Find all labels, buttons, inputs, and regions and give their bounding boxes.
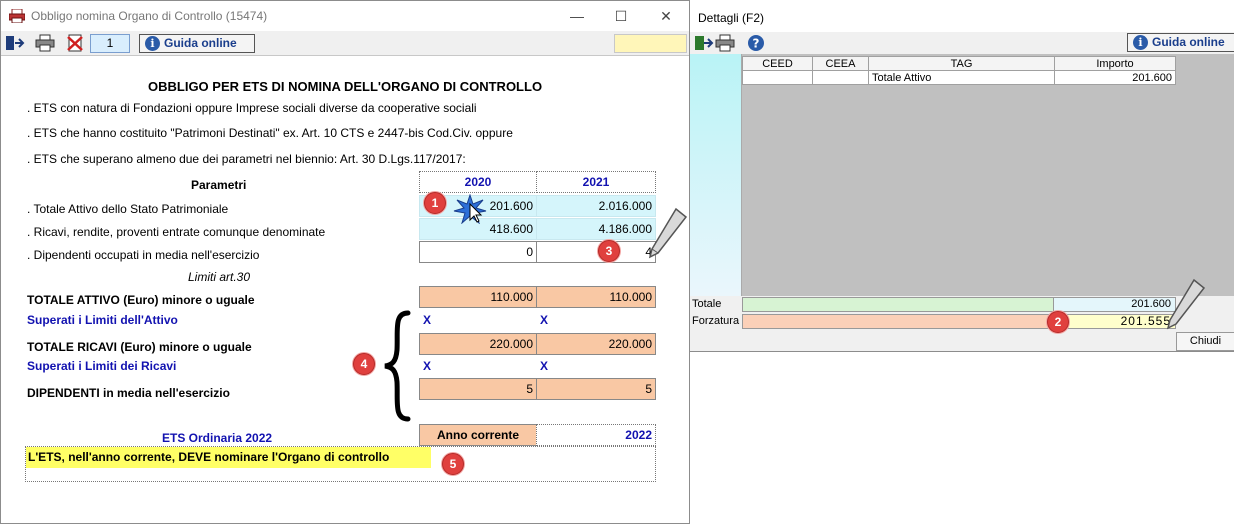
exit-door-icon[interactable]	[5, 34, 25, 52]
cell-importo[interactable]: 201.600	[1054, 70, 1176, 85]
marker-1: 1	[424, 192, 446, 214]
help-icon[interactable]: ?	[746, 34, 766, 52]
anno-corrente-value: 2022	[536, 424, 656, 446]
dipendenti-2021-input[interactable]: 4	[536, 241, 656, 263]
chiudi-button[interactable]: Chiudi	[1176, 332, 1234, 351]
detail-titlebar: Dettagli (F2)	[690, 0, 1234, 32]
info-icon: i	[145, 36, 160, 51]
bullet-1: . ETS con natura di Fondazioni oppure Im…	[27, 101, 477, 115]
marker-4: 4	[353, 353, 375, 375]
totale-value: 201.600	[1053, 297, 1176, 312]
delete-document-icon[interactable]	[65, 34, 85, 52]
svg-text:?: ?	[753, 37, 760, 51]
superati-attivo-label: Superati i Limiti dell'Attivo	[27, 313, 178, 327]
minimize-icon[interactable]: —	[566, 5, 588, 27]
main-titlebar: Obbligo nomina Organo di Controllo (1547…	[1, 1, 689, 31]
superati-ricavi-label: Superati i Limiti dei Ricavi	[27, 359, 177, 373]
guida-online-label: Guida online	[164, 36, 237, 50]
year-header-2021: 2021	[536, 171, 656, 193]
column-header-ceea[interactable]: CEEA	[812, 56, 869, 71]
detail-table: CEED CEEA TAG Importo Totale Attivo 201.…	[742, 56, 1176, 85]
detail-side-panel	[690, 54, 742, 296]
ricavi-2021-input[interactable]: 4.186.000	[536, 218, 656, 240]
result-text: L'ETS, nell'anno corrente, DEVE nominare…	[26, 447, 431, 468]
dipendenti-limit-2020: 5	[419, 378, 537, 400]
forzatura-row: Forzatura 201.555	[690, 314, 1234, 329]
pencil-icon	[1166, 278, 1206, 330]
limiti-label: Limiti art.30	[188, 270, 251, 284]
anno-corrente-label: Anno corrente	[419, 424, 537, 446]
printer-app-icon	[9, 9, 25, 23]
cell-tag[interactable]: Totale Attivo	[868, 70, 1055, 85]
close-icon[interactable]: ✕	[655, 5, 677, 27]
totale-attivo-limit-2020: 110.000	[419, 286, 537, 308]
ets-ordinaria-label: ETS Ordinaria 2022	[162, 431, 273, 445]
main-window: Obbligo nomina Organo di Controllo (1547…	[0, 0, 690, 524]
detail-window-title: Dettagli (F2)	[698, 11, 765, 25]
marker-3: 3	[598, 240, 620, 262]
totale-attivo-2021-input[interactable]: 2.016.000	[536, 195, 656, 217]
year-header-2020: 2020	[419, 171, 537, 193]
column-header-tag[interactable]: TAG	[868, 56, 1055, 71]
dipendenti-limit-2021: 5	[536, 378, 656, 400]
totale-attivo-limit-label: TOTALE ATTIVO (Euro) minore o uguale	[27, 293, 255, 307]
main-window-title: Obbligo nomina Organo di Controllo (1547…	[31, 9, 268, 23]
detail-guida-online-button[interactable]: i Guida online	[1127, 33, 1234, 52]
bullet-3: . ETS che superano almeno due dei parame…	[27, 152, 466, 166]
forzatura-input[interactable]: 201.555	[1053, 314, 1176, 329]
dipendenti-limit-label: DIPENDENTI in media nell'esercizio	[27, 386, 230, 400]
export-icon[interactable]	[694, 34, 714, 52]
superati-ricavi-mark-2021: X	[540, 359, 549, 373]
superati-ricavi-mark-2020: X	[423, 359, 432, 373]
form-heading: OBBLIGO PER ETS DI NOMINA DELL'ORGANO DI…	[148, 79, 543, 94]
form-area: OBBLIGO PER ETS DI NOMINA DELL'ORGANO DI…	[2, 57, 688, 523]
column-header-ceed[interactable]: CEED	[742, 56, 813, 71]
totale-attivo-limit-2021: 110.000	[536, 286, 656, 308]
marker-5: 5	[442, 453, 464, 475]
print-icon[interactable]	[35, 34, 55, 52]
maximize-icon[interactable]: ☐	[610, 5, 632, 27]
totale-row: Totale 201.600	[690, 297, 1234, 312]
detail-window: Dettagli (F2) ? i Guida online CEED CEEA…	[689, 0, 1234, 352]
forzatura-label: Forzatura	[692, 315, 740, 327]
table-row[interactable]: Totale Attivo 201.600	[742, 70, 1176, 85]
row-label-dipendenti: . Dipendenti occupati in media nell'eser…	[27, 248, 260, 262]
click-burst-icon	[453, 194, 487, 224]
parametri-header: Parametri	[191, 178, 247, 192]
totale-ricavi-limit-2021: 220.000	[536, 333, 656, 355]
totale-ricavi-limit-2020: 220.000	[419, 333, 537, 355]
forzatura-peach-bar	[742, 314, 1054, 329]
dipendenti-2020-input[interactable]: 0	[419, 241, 537, 263]
totale-green-bar	[742, 297, 1054, 312]
detail-guida-online-label: Guida online	[1152, 35, 1225, 49]
status-field	[614, 34, 687, 53]
page-number-field[interactable]: 1	[90, 34, 130, 53]
bullet-2: . ETS che hanno costituito "Patrimoni De…	[27, 126, 513, 140]
row-label-ricavi: . Ricavi, rendite, proventi entrate comu…	[27, 225, 326, 239]
pencil-icon	[648, 207, 688, 259]
detail-grid: CEED CEEA TAG Importo Totale Attivo 201.…	[742, 54, 1234, 296]
print-icon[interactable]	[715, 34, 735, 52]
superati-attivo-mark-2021: X	[540, 313, 549, 327]
marker-2: 2	[1047, 311, 1069, 333]
totale-label: Totale	[692, 298, 722, 310]
row-label-totale-attivo: . Totale Attivo dello Stato Patrimoniale	[27, 202, 229, 216]
superati-attivo-mark-2020: X	[423, 313, 432, 327]
detail-toolbar: ? i Guida online	[690, 32, 1234, 54]
cell-ceed[interactable]	[742, 70, 813, 85]
main-toolbar: 1 i Guida online	[1, 31, 689, 56]
guida-online-button[interactable]: i Guida online	[139, 34, 255, 53]
totale-ricavi-limit-label: TOTALE RICAVI (Euro) minore o uguale	[27, 340, 252, 354]
curly-brace-icon	[384, 310, 411, 422]
info-icon: i	[1133, 35, 1148, 50]
column-header-importo[interactable]: Importo	[1054, 56, 1176, 71]
cell-ceea[interactable]	[812, 70, 869, 85]
